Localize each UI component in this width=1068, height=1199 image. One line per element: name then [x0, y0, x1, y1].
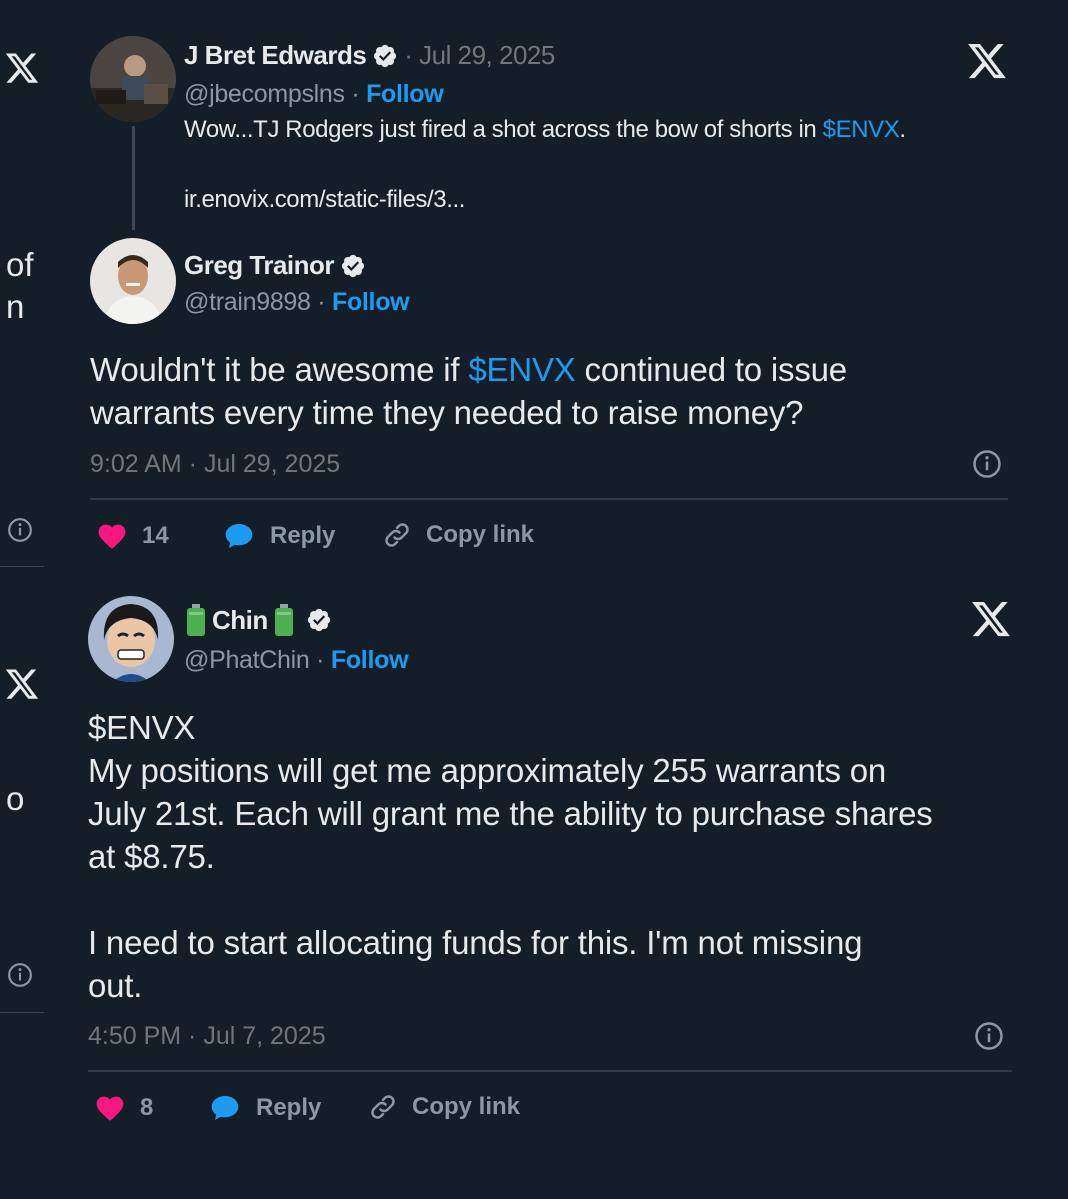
heart-icon: [98, 524, 126, 549]
reply-label: Reply: [256, 1094, 322, 1121]
author-name-text: Greg Trainor: [184, 250, 335, 280]
link-icon: [371, 1095, 395, 1119]
cashtag-link[interactable]: $ENVX: [88, 706, 195, 749]
avatar[interactable]: [90, 36, 176, 122]
divider: [0, 566, 44, 567]
verified-badge-icon: [307, 608, 330, 632]
tweet-text: .: [899, 116, 906, 143]
copy-link-label: Copy link: [426, 521, 535, 548]
separator: ·: [344, 80, 367, 108]
avatar-photo: [90, 238, 176, 324]
post-date[interactable]: · Jul 29, 2025: [404, 40, 555, 71]
like-count: 8: [140, 1094, 154, 1121]
divider: [88, 1070, 1012, 1072]
like-count: 14: [142, 522, 169, 549]
avatar-photo: [90, 36, 176, 122]
handle-line: @PhatChin · Follow: [184, 646, 409, 675]
info-icon[interactable]: [974, 1021, 1004, 1051]
follow-button[interactable]: Follow: [366, 80, 444, 108]
x-logo-icon[interactable]: [966, 40, 1008, 82]
battery-emoji-icon: [187, 604, 205, 636]
link-icon: [385, 523, 409, 547]
follow-button[interactable]: Follow: [331, 646, 409, 674]
x-logo-icon[interactable]: [4, 666, 40, 702]
follow-button[interactable]: Follow: [332, 288, 410, 316]
tweet-body: My positions will get me approximately 2…: [88, 752, 933, 1004]
cashtag-link[interactable]: $ENVX: [468, 351, 575, 388]
avatar[interactable]: [88, 596, 174, 682]
x-logo-icon[interactable]: [970, 598, 1012, 640]
divider: [0, 1012, 44, 1013]
thread-connector-line: [132, 126, 135, 230]
quoted-tweet-text: Wow...TJ Rodgers just fired a shot acros…: [184, 116, 906, 144]
tweet-text: Wow...TJ Rodgers just fired a shot acros…: [184, 116, 823, 143]
like-button[interactable]: 8: [94, 1092, 153, 1124]
copy-link-button[interactable]: Copy link: [382, 520, 534, 550]
separator: ·: [309, 646, 331, 674]
avatar[interactable]: [90, 238, 176, 324]
heart-icon: [96, 1096, 124, 1121]
handle-line: @train9898 · Follow: [184, 288, 410, 317]
reply-button[interactable]: Reply: [222, 520, 335, 552]
like-button[interactable]: 14: [96, 520, 169, 552]
author-handle[interactable]: @PhatChin: [184, 646, 310, 674]
reply-label: Reply: [270, 522, 336, 549]
divider: [90, 498, 1008, 500]
tweet-timestamp[interactable]: 4:50 PM · Jul 7, 2025: [88, 1022, 326, 1051]
avatar-illustration: [88, 596, 174, 682]
tweet-body: Wouldn't it be awesome if $ENVX continue…: [90, 348, 990, 434]
x-logo-icon[interactable]: [4, 50, 40, 86]
tweet-text: Wouldn't it be awesome if: [90, 351, 469, 388]
author-name[interactable]: Chin: [186, 604, 332, 636]
verified-badge-icon: [374, 44, 397, 67]
author-name-text: J Bret Edwards: [184, 40, 367, 70]
external-url-link[interactable]: ir.enovix.com/static-files/3...: [184, 186, 465, 214]
separator: ·: [310, 288, 332, 316]
author-name[interactable]: Greg Trainor: [184, 250, 366, 281]
info-icon[interactable]: [7, 962, 33, 988]
copy-link-label: Copy link: [412, 1093, 521, 1120]
author-name[interactable]: J Bret Edwards · Jul 29, 2025: [184, 40, 555, 71]
cashtag-link[interactable]: $ENVX: [823, 116, 900, 143]
handle-line: @jbecompslns · Follow: [184, 80, 444, 109]
verified-badge-icon: [341, 254, 365, 277]
tweet-embed-card-2: Chin @PhatChin · Follow $ENVX My positio…: [62, 580, 1068, 1199]
screenshot-page: of n o J Bret Edwards · Jul 29, 2025 @jb…: [0, 0, 1068, 1199]
info-icon[interactable]: [972, 449, 1002, 479]
cut-off-text: of: [6, 246, 34, 283]
author-handle[interactable]: @jbecompslns: [184, 80, 345, 108]
author-handle[interactable]: @train9898: [184, 288, 311, 316]
left-partial-column: of n o: [0, 0, 60, 1199]
copy-link-button[interactable]: Copy link: [368, 1092, 520, 1122]
author-name-text: Chin: [212, 604, 268, 635]
battery-emoji-icon: [274, 604, 293, 636]
info-icon[interactable]: [7, 517, 33, 543]
reply-bubble-icon: [225, 524, 253, 548]
cut-off-text: n: [6, 288, 25, 325]
tweet-embed-card-1: J Bret Edwards · Jul 29, 2025 @jbecompsl…: [62, 0, 1068, 580]
reply-button[interactable]: Reply: [208, 1092, 321, 1124]
tweet-timestamp[interactable]: 9:02 AM · Jul 29, 2025: [90, 450, 340, 479]
cut-off-text: o: [6, 780, 25, 817]
reply-bubble-icon: [211, 1096, 239, 1120]
